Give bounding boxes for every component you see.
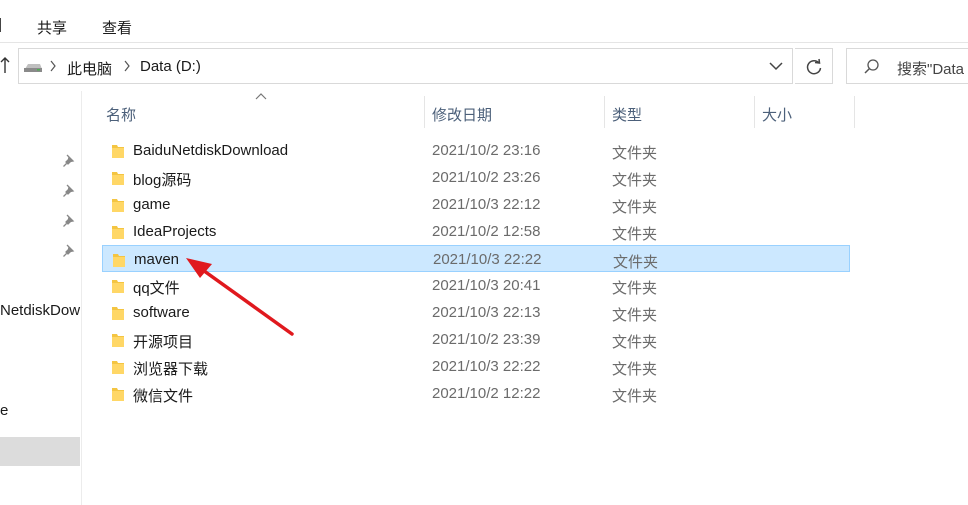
column-header-size[interactable]: 大小 (762, 96, 854, 128)
column-divider[interactable] (854, 96, 855, 128)
up-arrow-icon[interactable] (0, 56, 10, 78)
folder-icon (112, 199, 124, 212)
ribbon: 共享 查看 (0, 0, 968, 42)
file-date: 2021/10/3 22:12 (432, 196, 541, 213)
nav-item-e[interactable]: e (0, 402, 8, 419)
search-placeholder: 搜索"Data (897, 61, 965, 78)
file-type: 文件夹 (612, 307, 658, 324)
file-date: 2021/10/3 22:22 (432, 358, 541, 375)
folder-icon (112, 307, 124, 320)
file-date: 2021/10/3 22:13 (432, 304, 541, 321)
file-type: 文件夹 (612, 145, 658, 162)
file-name: IdeaProjects (133, 223, 217, 240)
column-header-type-label: 类型 (612, 107, 643, 124)
file-type: 文件夹 (612, 388, 658, 405)
nav-item-netdisk[interactable]: NetdiskDow (0, 302, 82, 319)
file-row[interactable]: IdeaProjects 2021/10/2 12:58 文件夹 (102, 218, 850, 245)
file-type: 文件夹 (612, 334, 658, 351)
file-type: 文件夹 (612, 172, 658, 189)
file-date: 2021/10/3 22:22 (433, 251, 542, 268)
file-date: 2021/10/3 20:41 (432, 277, 541, 294)
column-divider[interactable] (604, 96, 605, 128)
file-type: 文件夹 (612, 280, 658, 297)
file-date: 2021/10/2 23:16 (432, 142, 541, 159)
folder-icon (112, 361, 124, 374)
chevron-right-icon[interactable] (123, 60, 131, 72)
folder-icon (112, 145, 124, 158)
file-name: software (133, 304, 190, 321)
folder-icon (113, 254, 125, 267)
breadcrumb-this-pc[interactable]: 此电脑 (67, 58, 112, 79)
pin-icon[interactable] (62, 154, 76, 168)
file-name: 微信文件 (133, 388, 194, 405)
column-header-name[interactable]: 名称 (106, 96, 424, 128)
folder-icon (112, 334, 124, 347)
folder-icon (112, 388, 124, 401)
file-row[interactable]: 浏览器下载 2021/10/3 22:22 文件夹 (102, 353, 850, 380)
file-name: maven (134, 251, 180, 268)
file-row[interactable]: software 2021/10/3 22:13 文件夹 (102, 299, 850, 326)
folder-icon (112, 280, 124, 293)
file-row[interactable]: 微信文件 2021/10/2 12:22 文件夹 (102, 380, 850, 407)
refresh-button[interactable] (795, 48, 833, 84)
column-header-size-label: 大小 (762, 107, 793, 124)
column-divider[interactable] (754, 96, 755, 128)
pin-icon[interactable] (62, 184, 76, 198)
file-row[interactable]: game 2021/10/3 22:12 文件夹 (102, 191, 850, 218)
refresh-icon (806, 58, 822, 75)
file-type: 文件夹 (612, 199, 658, 216)
chevron-down-icon[interactable] (768, 58, 784, 74)
search-box[interactable]: 搜索"Data (846, 48, 968, 84)
file-name: blog源码 (133, 172, 192, 189)
file-row[interactable]: blog源码 2021/10/2 23:26 文件夹 (102, 164, 850, 191)
file-date: 2021/10/2 23:26 (432, 169, 541, 186)
pin-icon[interactable] (62, 244, 76, 258)
tab-view[interactable]: 查看 (102, 17, 132, 38)
file-row[interactable]: qq文件 2021/10/3 20:41 文件夹 (102, 272, 850, 299)
address-bar[interactable]: 此电脑 Data (D:) (18, 48, 793, 84)
file-row[interactable]: maven 2021/10/3 22:22 文件夹 (102, 245, 850, 272)
file-row[interactable]: 开源项目 2021/10/2 23:39 文件夹 (102, 326, 850, 353)
column-header-date[interactable]: 修改日期 (432, 96, 604, 128)
search-icon (864, 59, 879, 74)
chevron-right-icon[interactable] (49, 60, 57, 72)
folder-icon (112, 172, 124, 185)
file-date: 2021/10/2 12:22 (432, 385, 541, 402)
column-header-name-label: 名称 (106, 107, 137, 124)
ribbon-file-tab-edge[interactable] (0, 18, 4, 32)
drive-icon (24, 64, 42, 72)
file-row[interactable]: BaiduNetdiskDownload 2021/10/2 23:16 文件夹 (102, 137, 850, 164)
file-date: 2021/10/2 23:39 (432, 331, 541, 348)
file-name: qq文件 (133, 280, 180, 297)
folder-icon (112, 226, 124, 239)
file-type: 文件夹 (612, 361, 658, 378)
file-name: game (133, 196, 171, 213)
column-header-type[interactable]: 类型 (612, 96, 754, 128)
tab-share[interactable]: 共享 (37, 17, 67, 38)
file-name: 浏览器下载 (133, 361, 209, 378)
file-name: 开源项目 (133, 334, 194, 351)
file-type: 文件夹 (613, 254, 659, 271)
column-header-date-label: 修改日期 (432, 107, 493, 124)
breadcrumb-data-drive[interactable]: Data (D:) (140, 58, 201, 75)
nav-item-selected[interactable] (0, 437, 80, 466)
file-date: 2021/10/2 12:58 (432, 223, 541, 240)
file-type: 文件夹 (612, 226, 658, 243)
file-name: BaiduNetdiskDownload (133, 142, 289, 159)
column-divider[interactable] (424, 96, 425, 128)
pin-icon[interactable] (62, 214, 76, 228)
